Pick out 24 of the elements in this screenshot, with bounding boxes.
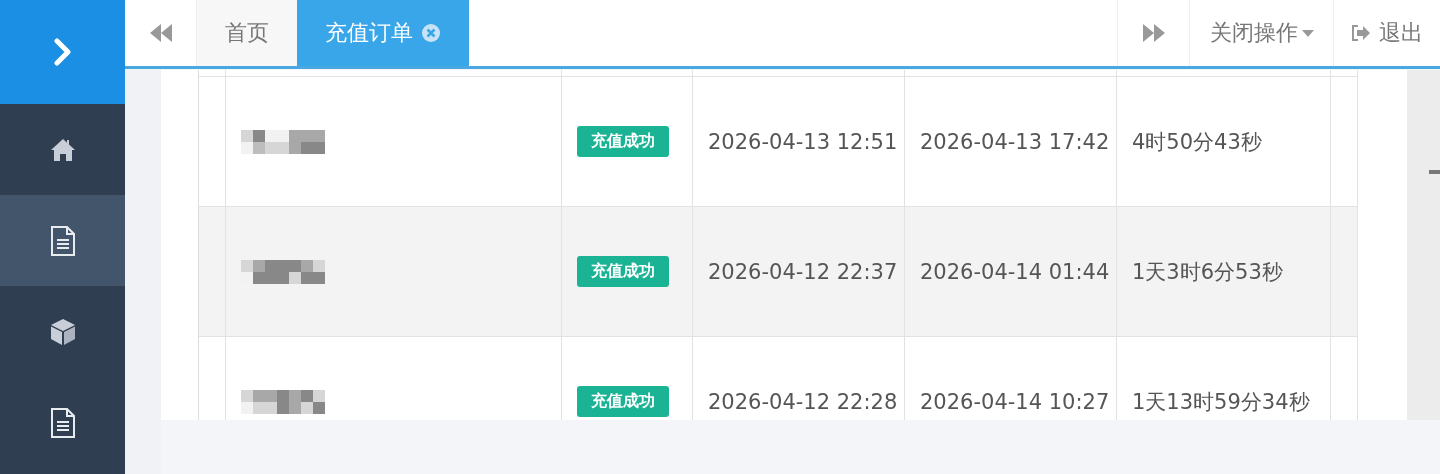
table-cell: 1天3时6分53秒 bbox=[1117, 206, 1331, 336]
status-badge: 充值成功 bbox=[577, 256, 669, 287]
cube-icon bbox=[48, 317, 77, 346]
double-right-icon bbox=[1142, 24, 1165, 42]
table-cell: 1天13时59分34秒 bbox=[1117, 336, 1331, 420]
scrollbar-thumb[interactable] bbox=[1429, 170, 1440, 174]
sidebar-toggle-button[interactable] bbox=[0, 0, 125, 104]
table-cell: 2026-04-12 22:28 bbox=[693, 336, 905, 420]
table-cell: 2026-04-12 22:37 bbox=[693, 206, 905, 336]
document-icon bbox=[49, 225, 76, 256]
table-cell: 2026-04-14 10:27 bbox=[905, 336, 1117, 420]
chevron-right-icon bbox=[52, 38, 73, 66]
caret-icon bbox=[1301, 29, 1314, 37]
document-icon bbox=[49, 407, 76, 438]
table-cell: 2026-04-14 01:44 bbox=[905, 206, 1117, 336]
double-left-icon bbox=[149, 24, 172, 42]
status-badge: 充值成功 bbox=[577, 386, 669, 417]
sidebar-item[interactable] bbox=[0, 195, 125, 286]
status-badge: 充值成功 bbox=[577, 126, 669, 157]
tab[interactable]: 充值订单 bbox=[297, 0, 469, 66]
sign-out-icon bbox=[1351, 25, 1371, 41]
home-icon bbox=[49, 137, 76, 162]
tab[interactable]: 首页 bbox=[197, 0, 297, 66]
close-icon[interactable] bbox=[421, 23, 441, 43]
